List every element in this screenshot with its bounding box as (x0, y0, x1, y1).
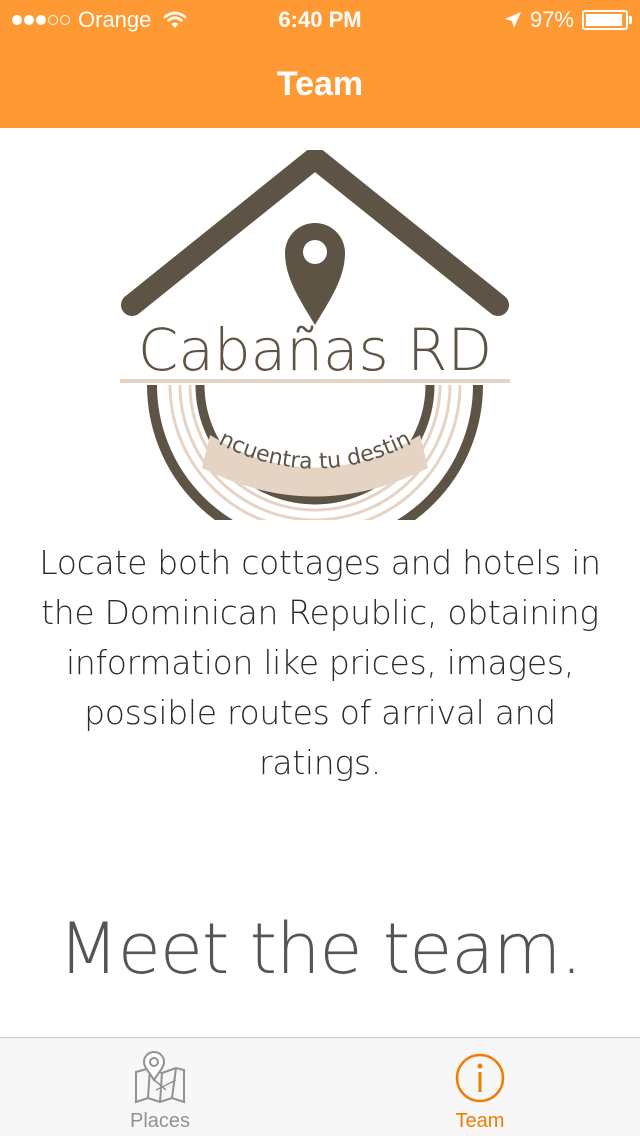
battery-tip (629, 16, 632, 24)
battery-icon (582, 10, 632, 30)
status-right: 97% (504, 7, 632, 33)
screen: Orange 6:40 PM 97% Team Cabañas RD ncuen… (0, 0, 640, 1136)
main-content: Cabañas RD encuentra tu destino Locate b… (0, 128, 640, 1036)
tab-label-places: Places (129, 1110, 191, 1132)
tab-label-team: Team (455, 1110, 505, 1132)
status-bar: Orange 6:40 PM 97% (0, 0, 640, 40)
page-title: Team (276, 64, 364, 103)
tab-team[interactable]: Team (320, 1038, 640, 1136)
navigation-bar: Team (0, 40, 640, 128)
top-bar: Orange 6:40 PM 97% Team (0, 0, 640, 128)
tab-bar: Places Team (0, 1037, 640, 1136)
meet-team-heading: Meet the team. (58, 908, 582, 990)
app-description: Locate both cottages and hotels in the D… (39, 543, 601, 782)
battery-fill (586, 14, 622, 26)
cabanas-rd-logo: Cabañas RD encuentra tu destino (110, 150, 510, 520)
battery-percent: 97% (529, 7, 574, 32)
tab-places[interactable]: Places (0, 1038, 320, 1136)
logo-name: Cabañas RD (138, 316, 492, 384)
info-icon (455, 1053, 505, 1103)
location-arrow-icon (504, 12, 521, 28)
map-pin-icon (135, 1051, 185, 1104)
